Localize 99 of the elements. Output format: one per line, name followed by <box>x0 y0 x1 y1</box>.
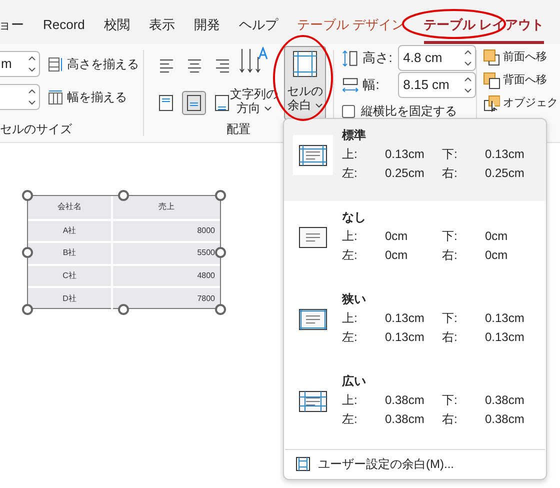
margin-value: 0cm <box>485 228 509 245</box>
margin-label: 上: <box>342 146 358 163</box>
align-left-icon <box>158 58 174 74</box>
margin-label: 右: <box>442 411 458 428</box>
margin-preset-item[interactable]: 標準 上: 0.13cm 下: 0.13cm 左: 0.25cm 右: 0.25cm <box>284 119 546 201</box>
margin-value: 0.13cm <box>485 310 526 327</box>
table-cell: C社 <box>28 264 113 286</box>
align-top-icon <box>158 95 174 111</box>
preset-name: 狭い <box>342 291 367 308</box>
margin-value: 0.38cm <box>385 392 426 409</box>
margin-label: 左: <box>342 411 358 428</box>
margin-label: 下: <box>442 146 458 163</box>
margin-label: 左: <box>342 165 358 182</box>
arrange-button[interactable]: 背面へ移 <box>483 71 558 90</box>
group-label: 配置 <box>226 121 252 138</box>
margin-preset-item[interactable]: なし 上: 0cm 下: 0cm 左: 0cm 右: 0cm <box>284 201 546 283</box>
margin-value: 0cm <box>385 228 409 245</box>
margin-value: 0.13cm <box>385 146 426 163</box>
resize-handle[interactable] <box>215 247 226 258</box>
margin-value: 0.25cm <box>385 165 426 182</box>
height-icon <box>342 50 359 66</box>
layers-icon <box>483 72 500 89</box>
cell-margins-button[interactable]: セルの 余白 <box>284 46 326 120</box>
resize-handle[interactable] <box>118 304 129 315</box>
group-label: セルのサイズ <box>0 121 72 138</box>
margin-preset-icon <box>299 308 327 330</box>
text-direction-icon <box>239 47 269 75</box>
preset-name: なし <box>342 209 367 226</box>
size-label: 高さ: <box>362 49 394 68</box>
margin-value: 0.38cm <box>385 411 426 428</box>
margin-value: 0.13cm <box>385 310 426 327</box>
margin-value: 0cm <box>485 247 509 264</box>
table-cell-text: 売上 <box>158 201 176 214</box>
margin-value: 0.13cm <box>485 146 526 163</box>
checkbox[interactable] <box>342 104 355 118</box>
margin-preset-icon <box>299 390 327 412</box>
margin-preset-item[interactable]: 広い 上: 0.38cm 下: 0.38cm 左: 0.38cm 右: 0.38cm <box>284 365 546 447</box>
margin-preset-icon <box>299 226 327 248</box>
margin-label: 下: <box>442 392 458 409</box>
size-field[interactable]: 4.8 cm <box>398 45 476 71</box>
column-width-field[interactable] <box>0 84 40 110</box>
resize-handle[interactable] <box>118 190 129 201</box>
caret-icon <box>264 106 272 110</box>
distribute-rows-icon <box>48 56 63 72</box>
margin-label: 右: <box>442 165 458 182</box>
ribbon-tab[interactable]: ヘルプ <box>238 8 278 44</box>
cell-margins-icon <box>292 50 318 78</box>
caret-icon <box>314 102 322 108</box>
resize-handle[interactable] <box>22 304 33 315</box>
arrange-button[interactable]: オブジェク <box>483 94 558 113</box>
margin-label: 右: <box>442 329 458 346</box>
margin-value: 0cm <box>385 247 409 264</box>
margin-preset-icon <box>299 144 327 166</box>
table-cell: 8000 <box>113 218 220 242</box>
margin-label: 上: <box>342 228 358 245</box>
margin-value: 0.25cm <box>485 165 526 182</box>
align-button[interactable] <box>182 91 206 115</box>
margin-label: 下: <box>442 310 458 327</box>
margin-value: 0.38cm <box>485 411 526 428</box>
ribbon-tab[interactable]: 表示 <box>148 8 175 44</box>
size-label: 幅: <box>362 76 380 94</box>
align-bottom-icon <box>214 95 230 111</box>
width-icon <box>342 76 359 94</box>
ribbon-tab[interactable]: Record <box>43 8 85 44</box>
margin-preset-item[interactable]: 狭い 上: 0.13cm 下: 0.13cm 左: 0.13cm 右: 0.13cm <box>284 283 546 365</box>
ribbon-tab[interactable]: 開発 <box>194 8 220 44</box>
align-center-icon <box>186 58 202 74</box>
preset-name: 標準 <box>342 127 367 144</box>
ribbon-tab[interactable]: ョー <box>0 8 24 44</box>
resize-handle[interactable] <box>215 190 226 201</box>
distribute-rows-button[interactable]: 高さを揃える <box>48 55 139 73</box>
margin-label: 上: <box>342 310 358 327</box>
resize-handle[interactable] <box>22 247 33 258</box>
preset-name: 広い <box>342 373 367 390</box>
distribute-columns-button[interactable]: 幅を揃える <box>48 88 127 106</box>
margin-value: 0.13cm <box>485 329 526 346</box>
margin-label: 左: <box>342 247 358 264</box>
margin-label: 左: <box>342 329 358 346</box>
margin-label: 下: <box>442 228 458 245</box>
ribbon-tab[interactable]: 校閲 <box>104 8 130 44</box>
checkbox-label: 縦横比を固定する <box>361 103 457 120</box>
margin-label: 右: <box>442 247 458 264</box>
arrange-button[interactable]: 前面へ移 <box>483 48 558 67</box>
margin-value: 0.38cm <box>485 392 526 409</box>
custom-margins-item[interactable]: ユーザー設定の余白(M)... <box>284 450 546 478</box>
table-cell: 4800 <box>113 264 220 286</box>
selection-pane-icon <box>483 95 500 112</box>
align-right-icon <box>214 58 230 74</box>
margin-label: 上: <box>342 392 358 409</box>
resize-handle[interactable] <box>215 304 226 315</box>
row-height-field[interactable]: m <box>0 51 40 77</box>
size-field[interactable]: 8.15 cm <box>398 72 476 98</box>
align-middle-icon <box>186 95 202 111</box>
distribute-columns-icon <box>48 90 63 104</box>
resize-handle[interactable] <box>22 190 33 201</box>
margin-value: 0.13cm <box>385 329 426 346</box>
custom-margins-icon <box>296 457 310 471</box>
layers-icon <box>483 49 500 66</box>
table-cell: A社 <box>28 218 113 242</box>
